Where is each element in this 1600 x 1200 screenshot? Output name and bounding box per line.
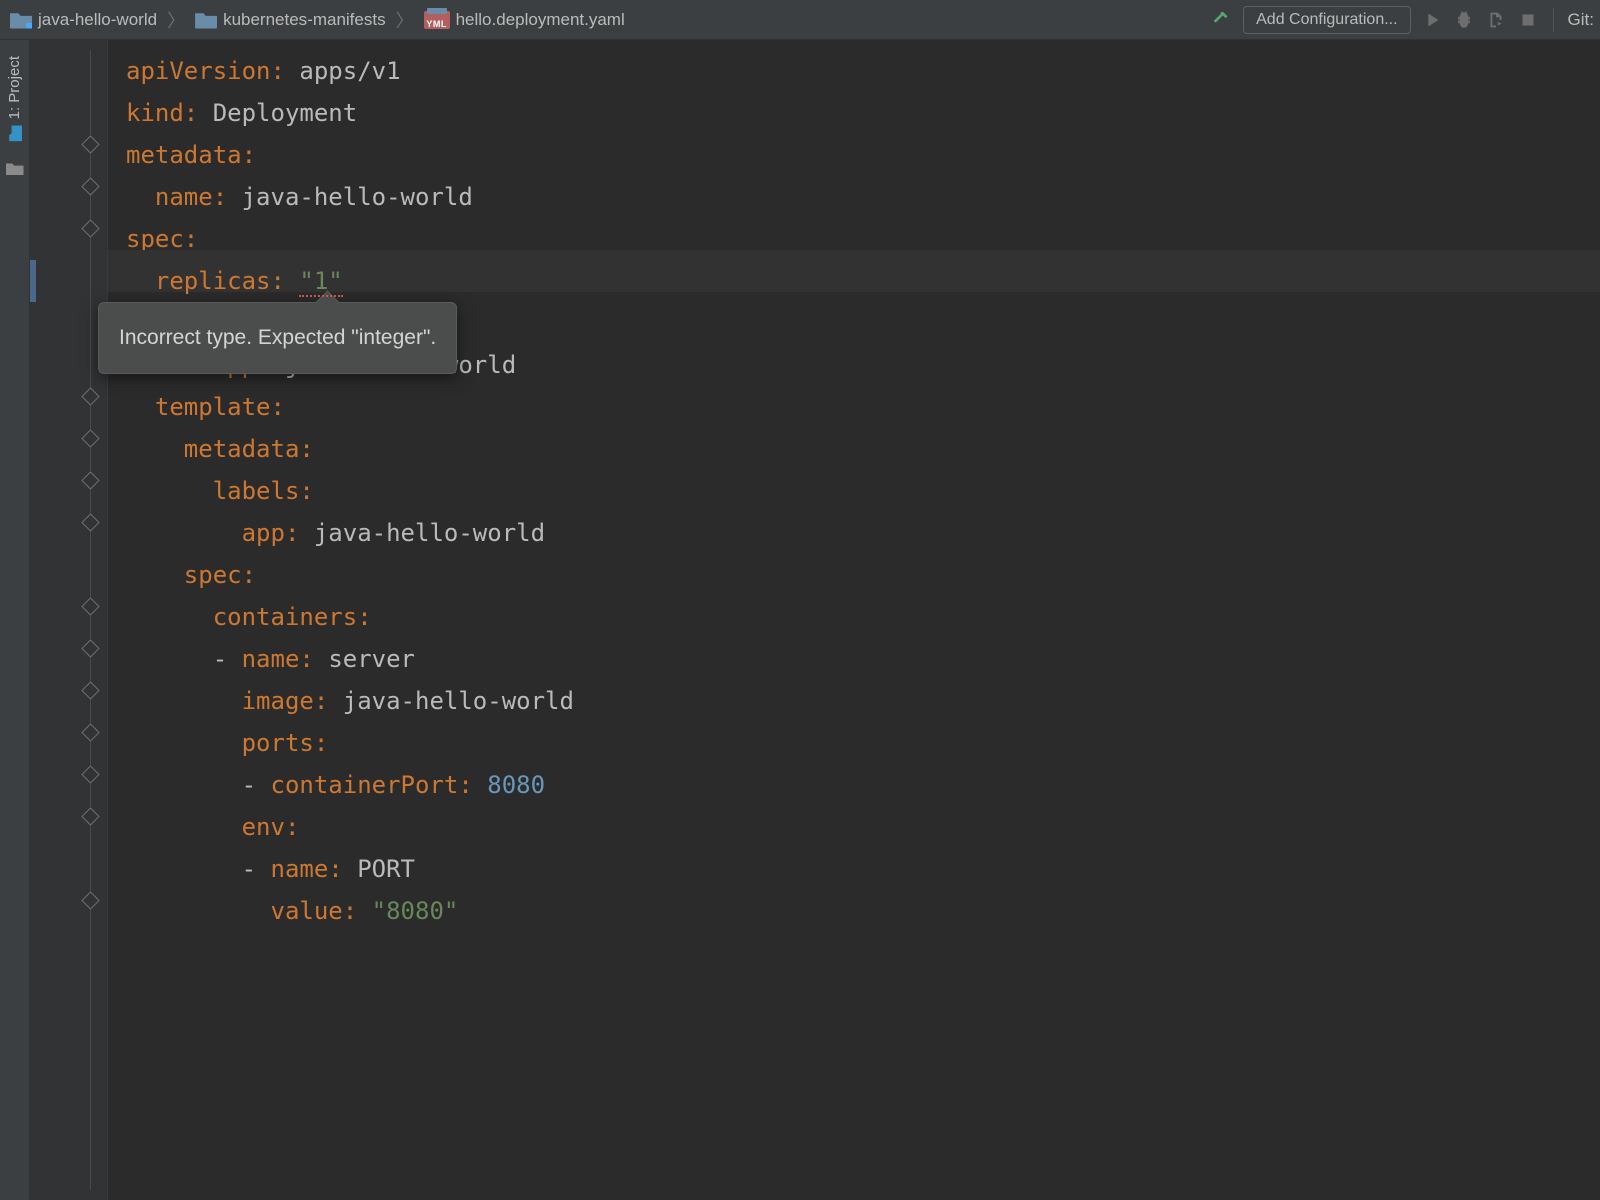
code-line[interactable]: - containerPort: 8080 bbox=[126, 764, 1600, 806]
toolbar-divider bbox=[1553, 8, 1554, 32]
breadcrumb-separator: 〉 bbox=[394, 7, 416, 33]
fold-toggle[interactable] bbox=[81, 387, 99, 405]
git-label: Git: bbox=[1568, 10, 1594, 30]
code-line[interactable]: metadata: bbox=[126, 428, 1600, 470]
fold-toggle[interactable] bbox=[81, 471, 99, 489]
code-line[interactable]: kind: Deployment bbox=[126, 92, 1600, 134]
debug-icon[interactable] bbox=[1453, 9, 1475, 31]
project-tool-window-tab[interactable]: 1: Project bbox=[4, 50, 25, 147]
fold-toggle[interactable] bbox=[81, 219, 99, 237]
fold-toggle[interactable] bbox=[81, 639, 99, 657]
module-folder-icon bbox=[10, 11, 32, 29]
run-configuration-button[interactable]: Add Configuration... bbox=[1243, 6, 1410, 34]
code-line[interactable]: name: java-hello-world bbox=[126, 176, 1600, 218]
folder-icon bbox=[195, 11, 217, 29]
navigation-bar: java-hello-world 〉 kubernetes-manifests … bbox=[0, 0, 1600, 40]
code-line[interactable]: image: java-hello-world bbox=[126, 680, 1600, 722]
code-line[interactable]: template: bbox=[126, 386, 1600, 428]
code-line[interactable]: - name: PORT bbox=[126, 848, 1600, 890]
fold-toggle[interactable] bbox=[81, 681, 99, 699]
breadcrumb-file[interactable]: hello.deployment.yaml bbox=[420, 8, 629, 32]
code-line[interactable]: - name: server bbox=[126, 638, 1600, 680]
code-line[interactable]: env: bbox=[126, 806, 1600, 848]
breadcrumb-file-label: hello.deployment.yaml bbox=[456, 10, 625, 30]
build-icon[interactable] bbox=[1211, 9, 1233, 31]
fold-toggle[interactable] bbox=[81, 597, 99, 615]
project-icon bbox=[7, 125, 23, 141]
breadcrumb-project[interactable]: java-hello-world bbox=[6, 8, 161, 32]
stop-icon[interactable] bbox=[1517, 9, 1539, 31]
breadcrumb-folder[interactable]: kubernetes-manifests bbox=[191, 8, 390, 32]
code-line[interactable]: metadata: bbox=[126, 134, 1600, 176]
coverage-icon[interactable] bbox=[1485, 9, 1507, 31]
editor[interactable]: apiVersion: apps/v1 kind: Deployment met… bbox=[30, 40, 1600, 1200]
left-tool-stripe: 1: Project bbox=[0, 40, 30, 1200]
fold-toggle[interactable] bbox=[81, 177, 99, 195]
fold-toggle[interactable] bbox=[81, 723, 99, 741]
gutter[interactable] bbox=[30, 40, 108, 1200]
code-line[interactable]: replicas: "1" bbox=[126, 260, 1600, 302]
code-line[interactable]: spec: bbox=[126, 554, 1600, 596]
code-line[interactable]: containers: bbox=[126, 596, 1600, 638]
error-tooltip: Incorrect type. Expected "integer". bbox=[98, 302, 457, 374]
yaml-file-icon bbox=[424, 11, 450, 29]
error-tooltip-text: Incorrect type. Expected "integer". bbox=[119, 326, 436, 349]
breadcrumb-folder-label: kubernetes-manifests bbox=[223, 10, 386, 30]
run-icon[interactable] bbox=[1421, 9, 1443, 31]
current-line-gutter bbox=[30, 260, 36, 302]
code-line[interactable]: ports: bbox=[126, 722, 1600, 764]
fold-toggle[interactable] bbox=[81, 135, 99, 153]
fold-toggle[interactable] bbox=[81, 891, 99, 909]
breadcrumb-project-label: java-hello-world bbox=[38, 10, 157, 30]
breadcrumb: java-hello-world 〉 kubernetes-manifests … bbox=[6, 7, 1211, 33]
fold-toggle[interactable] bbox=[81, 513, 99, 531]
code-line[interactable]: apiVersion: apps/v1 bbox=[126, 50, 1600, 92]
breadcrumb-separator: 〉 bbox=[165, 7, 187, 33]
code-area[interactable]: apiVersion: apps/v1 kind: Deployment met… bbox=[108, 40, 1600, 1200]
fold-toggle[interactable] bbox=[81, 429, 99, 447]
code-line[interactable]: labels: bbox=[126, 470, 1600, 512]
fold-toggle[interactable] bbox=[81, 765, 99, 783]
toolbar-right: Add Configuration... Git: bbox=[1211, 6, 1594, 34]
code-line[interactable]: app: java-hello-world bbox=[126, 512, 1600, 554]
structure-icon[interactable] bbox=[6, 161, 24, 175]
fold-toggle[interactable] bbox=[81, 807, 99, 825]
code-line[interactable]: value: "8080" bbox=[126, 890, 1600, 932]
project-tab-label: 1: Project bbox=[6, 56, 23, 119]
